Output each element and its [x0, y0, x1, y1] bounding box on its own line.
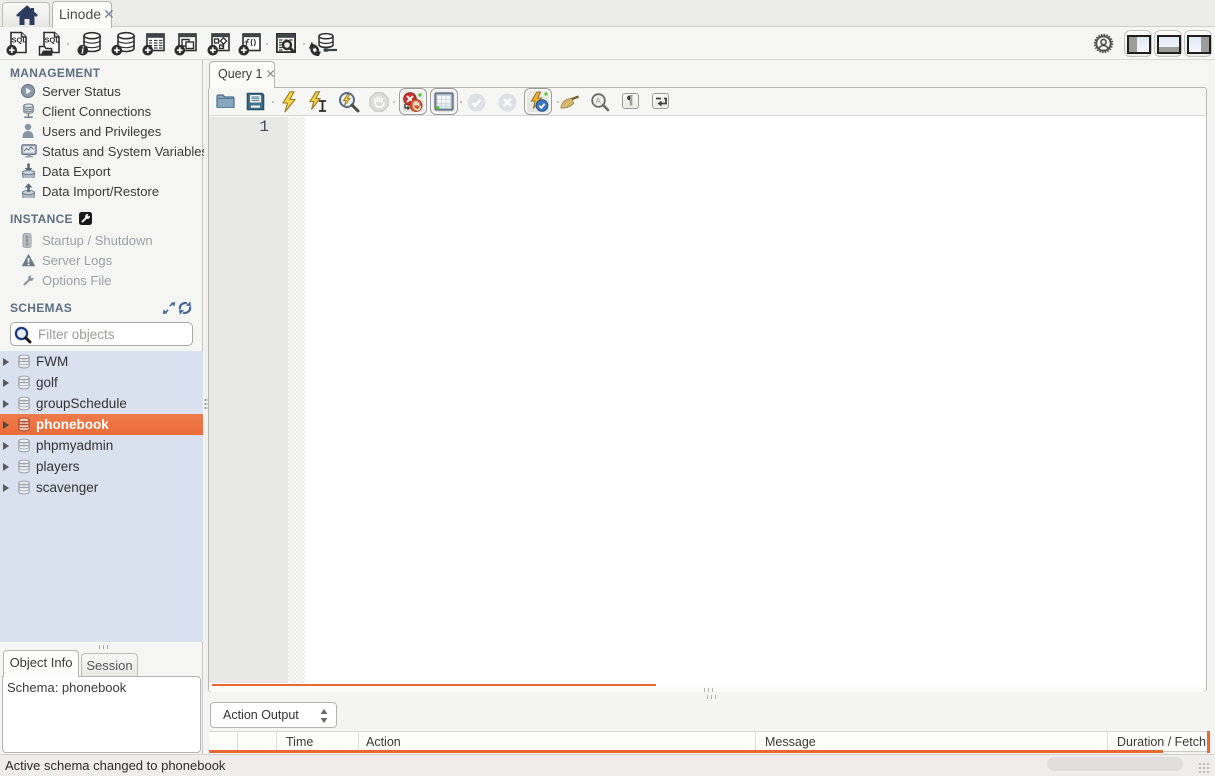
svg-text:A: A [596, 97, 602, 106]
svg-text:SQL: SQL [45, 36, 61, 45]
svg-text:i: i [81, 46, 84, 57]
svg-text:SQL: SQL [12, 36, 28, 45]
